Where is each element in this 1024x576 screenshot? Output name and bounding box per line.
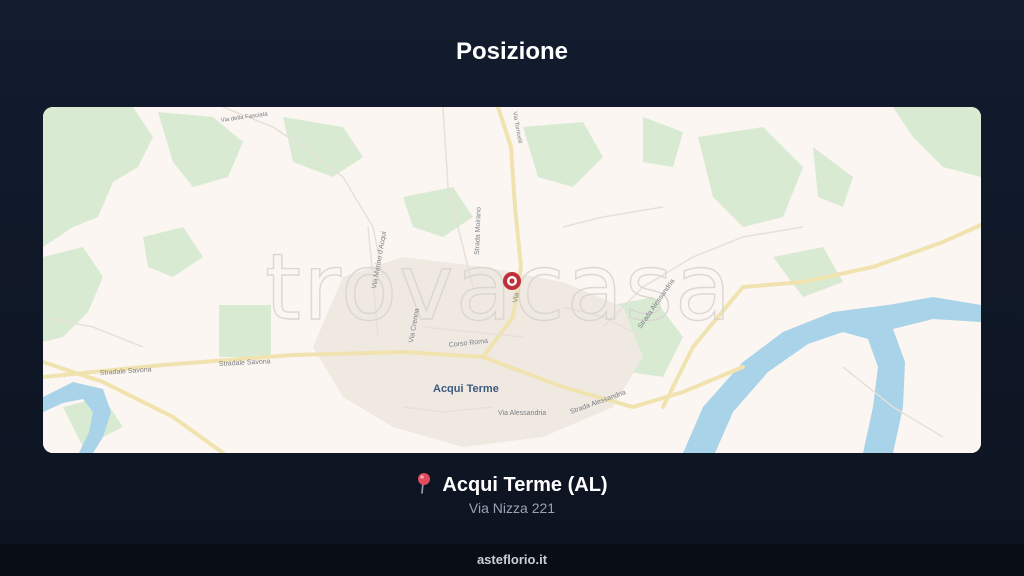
footer: asteflorio.it xyxy=(0,544,1024,576)
map-canvas[interactable]: trovacasa Stradale Savona Stradale Savon… xyxy=(43,107,981,453)
location-pin-icon[interactable] xyxy=(503,272,521,290)
city-label: Acqui Terme xyxy=(433,383,499,395)
location-address: Via Nizza 221 xyxy=(468,500,556,516)
round-pushpin-icon xyxy=(418,473,431,494)
page-title: Posizione xyxy=(455,38,569,65)
map-view[interactable]: trovacasa Stradale Savona Stradale Savon… xyxy=(43,107,981,453)
street-label-via-alessandria: Via Alessandria xyxy=(498,410,546,417)
footer-brand[interactable]: asteflorio.it xyxy=(477,552,547,567)
location-row: Acqui Terme (AL) xyxy=(0,472,1024,497)
location-city: Acqui Terme (AL) xyxy=(442,474,608,496)
